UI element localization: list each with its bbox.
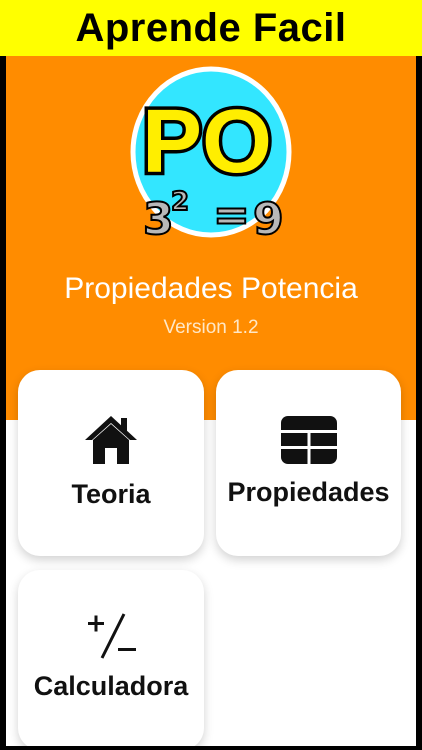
frame-border-bottom bbox=[0, 746, 422, 750]
app-header: PO 3 2 = 9 Propiedades Potencia Version … bbox=[0, 56, 422, 420]
frame-border-left bbox=[0, 56, 6, 750]
promo-banner: Aprende Facil bbox=[0, 0, 422, 56]
plus-minus-icon bbox=[84, 612, 138, 665]
logo-formula-base: 3 bbox=[143, 194, 174, 240]
grid-icon bbox=[280, 416, 337, 469]
logo-formula-exponent: 2 bbox=[171, 187, 189, 217]
frame-border-right bbox=[416, 56, 422, 750]
app-logo-image: PO 3 2 = 9 bbox=[130, 66, 292, 246]
logo-text: PO bbox=[142, 92, 272, 192]
calculadora-button[interactable]: Calculadora bbox=[18, 570, 204, 750]
app-name: Propiedades Potencia bbox=[64, 272, 358, 305]
logo-formula-result: 9 bbox=[253, 194, 284, 240]
teoria-button[interactable]: Teoria bbox=[18, 370, 204, 556]
logo-formula-equals: = bbox=[213, 190, 250, 240]
app-version: Version 1.2 bbox=[163, 317, 259, 338]
calculadora-label: Calculadora bbox=[33, 671, 189, 701]
propiedades-label: Propiedades bbox=[227, 477, 390, 507]
app-logo: PO 3 2 = 9 bbox=[129, 64, 293, 246]
teoria-label: Teoria bbox=[71, 479, 151, 509]
propiedades-button[interactable]: Propiedades bbox=[216, 370, 401, 556]
home-icon bbox=[83, 414, 139, 471]
banner-title: Aprende Facil bbox=[75, 5, 347, 50]
